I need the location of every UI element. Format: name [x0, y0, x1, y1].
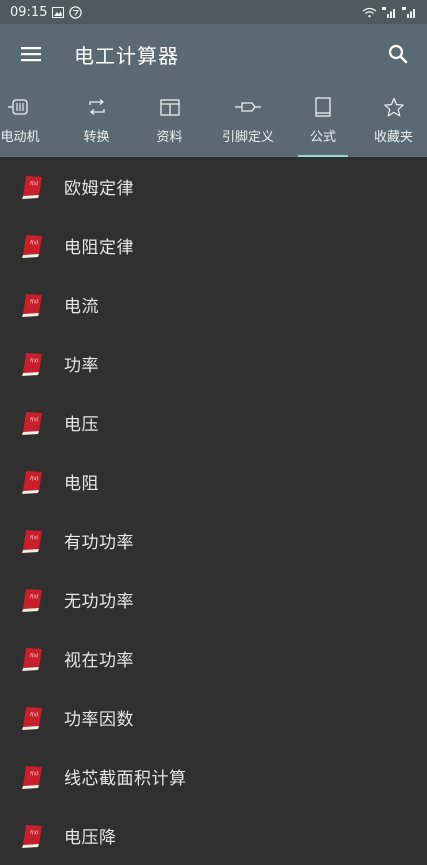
formula-book-icon: f(x)	[20, 823, 44, 849]
signal-5g-icon	[402, 6, 417, 18]
formula-book-icon: f(x)	[20, 351, 44, 377]
formula-list-item[interactable]: f(x) 视在功率	[0, 629, 427, 688]
formula-label: 电压降	[64, 828, 117, 848]
circle-badge-icon	[69, 5, 83, 19]
gallery-icon	[52, 6, 65, 18]
svg-text:f(x): f(x)	[30, 181, 39, 187]
formula-label: 电流	[64, 297, 99, 317]
formula-label: 欧姆定律	[64, 179, 134, 199]
convert-icon	[87, 96, 107, 118]
svg-text:f(x): f(x)	[30, 594, 39, 600]
formula-label: 电阻定律	[64, 238, 134, 258]
formula-label: 有功功率	[64, 533, 134, 553]
tab-reference-label: 资料	[156, 130, 183, 145]
wifi-icon	[362, 7, 377, 18]
search-icon[interactable]	[383, 39, 413, 69]
formula-list-item[interactable]: f(x) 电阻定律	[0, 216, 427, 275]
formula-book-icon: f(x)	[20, 528, 44, 554]
svg-text:f(x): f(x)	[30, 830, 39, 836]
tab-favorites-label: 收藏夹	[373, 130, 413, 145]
tab-favorites[interactable]: 收藏夹	[358, 84, 427, 157]
formula-label: 功率因数	[64, 710, 134, 730]
motor-icon	[7, 96, 33, 118]
formula-book-icon: f(x)	[20, 646, 44, 672]
svg-text:f(x): f(x)	[30, 535, 39, 541]
star-icon	[383, 96, 405, 118]
formula-book-icon: f(x)	[20, 764, 44, 790]
formula-list-item[interactable]: f(x) 功率因数	[0, 688, 427, 747]
formula-label: 线芯截面积计算	[64, 769, 187, 789]
app-title: 电工计算器	[74, 43, 179, 68]
tab-formulas-label: 公式	[309, 130, 336, 145]
tab-reference[interactable]: 资料	[135, 84, 204, 157]
app-toolbar: 电工计算器	[0, 24, 427, 84]
formula-list-item[interactable]: f(x) 线芯截面积计算	[0, 747, 427, 806]
formula-list-item[interactable]: f(x) 电流	[0, 275, 427, 334]
svg-text:f(x): f(x)	[30, 476, 39, 482]
status-left: 09:15	[10, 4, 83, 20]
formula-label: 电压	[64, 415, 99, 435]
formula-list-item[interactable]: f(x) 电压降	[0, 806, 427, 865]
formula-book-icon: f(x)	[20, 292, 44, 318]
status-time: 09:15	[10, 4, 48, 20]
svg-text:f(x): f(x)	[30, 417, 39, 423]
status-bar: 09:15	[0, 0, 427, 24]
formula-book-icon: f(x)	[20, 410, 44, 436]
formula-book-icon: f(x)	[20, 469, 44, 495]
tab-motor-label: 电动机	[0, 130, 40, 145]
svg-text:f(x): f(x)	[30, 771, 39, 777]
svg-text:f(x): f(x)	[30, 299, 39, 305]
svg-text:f(x): f(x)	[30, 358, 39, 364]
formula-list-item[interactable]: f(x) 欧姆定律	[0, 157, 427, 216]
tab-formulas[interactable]: 公式	[292, 84, 354, 157]
formula-list: f(x) 欧姆定律 f(x) 电阻定律 f(x) 电流 f(x) 功率 f(x)…	[0, 157, 427, 865]
formula-book-icon: f(x)	[20, 705, 44, 731]
pin-icon	[234, 96, 262, 118]
table-icon	[159, 96, 180, 118]
tab-convert-label: 转换	[83, 130, 110, 145]
formula-list-item[interactable]: f(x) 无功功率	[0, 570, 427, 629]
menu-icon[interactable]	[16, 39, 46, 69]
formula-book-icon: f(x)	[20, 174, 44, 200]
book-icon	[314, 96, 332, 118]
formula-label: 无功功率	[64, 592, 134, 612]
signal-3g-icon	[382, 6, 397, 18]
formula-list-item[interactable]: f(x) 有功功率	[0, 511, 427, 570]
formula-book-icon: f(x)	[20, 587, 44, 613]
formula-list-item[interactable]: f(x) 电压	[0, 393, 427, 452]
formula-list-item[interactable]: f(x) 功率	[0, 334, 427, 393]
svg-text:f(x): f(x)	[30, 712, 39, 718]
tab-pin-definitions[interactable]: 引脚定义	[204, 84, 292, 157]
status-right	[362, 6, 417, 18]
formula-book-icon: f(x)	[20, 233, 44, 259]
formula-label: 功率	[64, 356, 99, 376]
tab-pin-definitions-label: 引脚定义	[221, 130, 274, 145]
svg-text:f(x): f(x)	[30, 240, 39, 246]
category-tabs: 电动机 转换 资料 引脚定义 公式 收藏夹	[0, 84, 427, 157]
formula-label: 电阻	[64, 474, 99, 494]
formula-list-item[interactable]: f(x) 电阻	[0, 452, 427, 511]
tab-motor[interactable]: 电动机	[0, 84, 48, 157]
formula-label: 视在功率	[64, 651, 134, 671]
svg-text:f(x): f(x)	[30, 653, 39, 659]
tab-convert[interactable]: 转换	[58, 84, 135, 157]
